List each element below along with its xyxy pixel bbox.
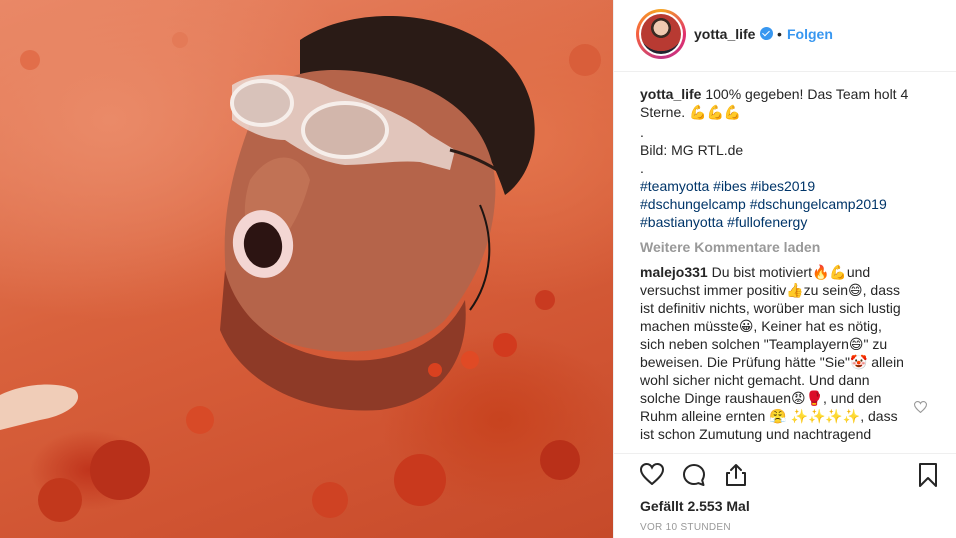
comment-like-heart-icon[interactable] xyxy=(914,401,927,413)
bookmark-icon[interactable] xyxy=(918,463,938,487)
post-side-panel: yotta_life • Folgen yotta_life 100% gege… xyxy=(613,0,956,538)
comment-icon[interactable] xyxy=(682,463,706,487)
comment-username[interactable]: malejo331 xyxy=(640,264,708,280)
avatar[interactable] xyxy=(636,9,686,59)
post-actions: Gefällt 2.553 Mal VOR 10 STUNDEN xyxy=(614,453,956,538)
post-photo[interactable] xyxy=(0,0,613,538)
comment-text: Du bist motiviert🔥💪und versuchst immer p… xyxy=(640,264,904,442)
caption-text: yotta_life 100% gegeben! Das Team holt 4… xyxy=(640,85,910,121)
post-timestamp[interactable]: VOR 10 STUNDEN xyxy=(640,522,731,533)
header-username[interactable]: yotta_life xyxy=(694,26,755,42)
likes-count[interactable]: Gefällt 2.553 Mal xyxy=(640,498,750,514)
heart-icon[interactable] xyxy=(640,463,664,485)
caption-dot-1: . xyxy=(640,124,644,140)
comments-section[interactable]: yotta_life 100% gegeben! Das Team holt 4… xyxy=(614,73,956,453)
hashtags-line-2[interactable]: #dschungelcamp #dschungelcamp2019 xyxy=(640,195,910,213)
post-header: yotta_life • Folgen xyxy=(614,0,956,72)
caption-username[interactable]: yotta_life xyxy=(640,86,701,102)
share-icon[interactable] xyxy=(724,463,748,487)
caption-dot-2: . xyxy=(640,160,644,176)
header-separator: • xyxy=(777,26,782,42)
comment-item: malejo331 Du bist motiviert🔥💪und versuch… xyxy=(640,263,910,443)
caption-credit: Bild: MG RTL.de xyxy=(640,142,744,158)
hashtags-line-3[interactable]: #bastianyotta #fullofenergy xyxy=(640,213,910,231)
verified-badge-icon xyxy=(760,27,773,40)
load-more-comments-link[interactable]: Weitere Kommentare laden xyxy=(640,239,820,255)
photo-illustration xyxy=(0,16,601,522)
hashtags-line-1[interactable]: #teamyotta #ibes #ibes2019 xyxy=(640,177,910,195)
follow-button[interactable]: Folgen xyxy=(787,26,833,42)
